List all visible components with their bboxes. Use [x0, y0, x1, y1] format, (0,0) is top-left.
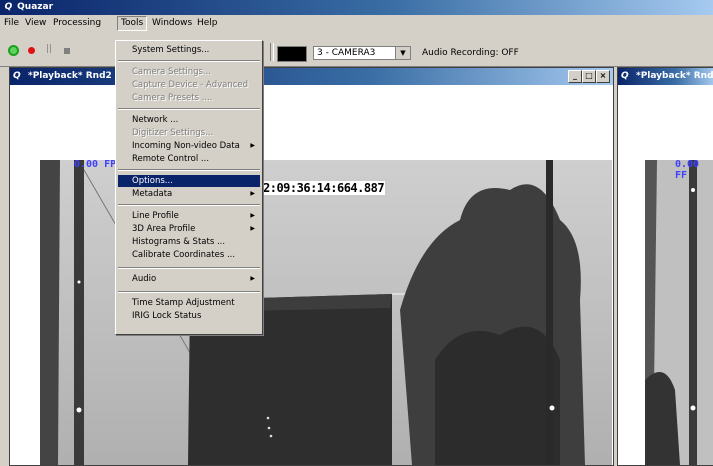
- tools-dropdown-menu: System Settings... Camera Settings... Ca…: [115, 40, 263, 335]
- menu-view[interactable]: View: [22, 17, 49, 30]
- playback-window-1-title: *Playback* Rnd2: [28, 71, 112, 81]
- menu-item-digitizer-settings: Digitizer Settings...: [132, 128, 214, 138]
- submenu-arrow-icon: ▶: [250, 275, 255, 282]
- menu-separator: [118, 204, 260, 206]
- menu-item-label: Audio: [132, 274, 157, 284]
- menu-separator: [118, 291, 260, 293]
- video-timestamp: 2:09:36:14:664.887: [262, 181, 386, 195]
- menu-bar: File View Processing Tools Windows Help: [0, 15, 713, 31]
- color-swatch-button[interactable]: [277, 46, 307, 62]
- fps-readout: 0.00 FP: [74, 160, 117, 170]
- menu-help[interactable]: Help: [194, 17, 221, 30]
- menu-item-capture-device-advanced: Capture Device - Advanced: [132, 80, 249, 90]
- menu-processing[interactable]: Processing: [50, 17, 104, 30]
- playback-window-2[interactable]: Q *Playback* Rnd 0.00 FF: [617, 67, 713, 466]
- submenu-arrow-icon: ▶: [250, 225, 255, 232]
- menu-item-incoming-non-video-data[interactable]: Incoming Non-video Data ▶: [118, 140, 260, 152]
- menu-item-label: 3D Area Profile: [132, 224, 196, 234]
- menu-separator: [118, 60, 260, 62]
- menu-item-time-stamp-adjustment[interactable]: Time Stamp Adjustment: [118, 297, 260, 309]
- video-scene-image-2: [645, 160, 713, 465]
- maximize-button[interactable]: □: [582, 70, 596, 83]
- fps-readout-2: 0.00 FF: [675, 160, 700, 181]
- menu-item-remote-control[interactable]: Remote Control ...: [118, 153, 260, 165]
- menu-item-metadata[interactable]: Metadata ▶: [118, 188, 260, 200]
- menu-item-label: Line Profile: [132, 211, 179, 221]
- menu-item-camera-settings: Camera Settings...: [132, 67, 212, 77]
- menu-item-line-profile[interactable]: Line Profile ▶: [118, 210, 260, 222]
- menu-item-calibrate-coordinates[interactable]: Calibrate Coordinates ...: [118, 249, 260, 261]
- menu-item-label: Incoming Non-video Data: [132, 141, 240, 151]
- menu-item-system-settings[interactable]: System Settings...: [118, 44, 260, 56]
- chevron-down-icon[interactable]: ▼: [395, 47, 410, 59]
- close-button[interactable]: ×: [596, 70, 610, 83]
- magnifier-q-icon: Q: [13, 71, 21, 81]
- menu-separator: [118, 108, 260, 110]
- minimize-button[interactable]: _: [568, 70, 582, 83]
- menu-separator: [118, 267, 260, 269]
- playback-window-1[interactable]: Q *Playback* Rnd2 _ □ × 0.00 FP: [9, 67, 614, 466]
- magnifier-q-icon: Q: [4, 2, 13, 12]
- menu-item-options[interactable]: Options...: [118, 175, 260, 187]
- menu-tools[interactable]: Tools: [117, 16, 148, 31]
- audio-recording-status: Audio Recording: OFF: [422, 48, 519, 58]
- record-icon[interactable]: [28, 47, 35, 54]
- stop-icon[interactable]: [64, 48, 70, 54]
- menu-item-histograms-stats[interactable]: Histograms & Stats ...: [118, 236, 260, 248]
- menu-item-label: Metadata: [132, 189, 173, 199]
- toolbar-separator: [270, 43, 274, 61]
- app-titlebar: Q Quazar: [0, 0, 713, 15]
- submenu-arrow-icon: ▶: [250, 212, 255, 219]
- menu-windows[interactable]: Windows: [149, 17, 195, 30]
- video-frame-2[interactable]: 0.00 FF: [645, 160, 713, 465]
- pause-icon[interactable]: ||: [46, 45, 54, 54]
- playback-window-1-titlebar[interactable]: Q *Playback* Rnd2 _ □ ×: [10, 68, 613, 85]
- app-title: Quazar: [17, 2, 54, 12]
- submenu-arrow-icon: ▶: [250, 190, 255, 197]
- magnifier-q-icon: Q: [621, 71, 629, 81]
- camera-select[interactable]: 3 - CAMERA3 ▼: [313, 46, 411, 60]
- menu-item-irig-lock-status[interactable]: IRIG Lock Status: [118, 310, 260, 322]
- menu-separator: [118, 169, 260, 171]
- playback-window-2-titlebar[interactable]: Q *Playback* Rnd: [618, 68, 713, 85]
- menu-item-camera-presets: Camera Presets ....: [132, 93, 213, 103]
- menu-item-network[interactable]: Network ...: [118, 114, 260, 126]
- menu-file[interactable]: File: [1, 17, 22, 30]
- menu-item-audio[interactable]: Audio ▶: [118, 273, 260, 285]
- camera-select-value: 3 - CAMERA3: [317, 48, 376, 58]
- submenu-arrow-icon: ▶: [250, 142, 255, 149]
- play-icon[interactable]: [8, 45, 19, 56]
- playback-window-2-title: *Playback* Rnd: [636, 71, 713, 81]
- menu-item-3d-area-profile[interactable]: 3D Area Profile ▶: [118, 223, 260, 235]
